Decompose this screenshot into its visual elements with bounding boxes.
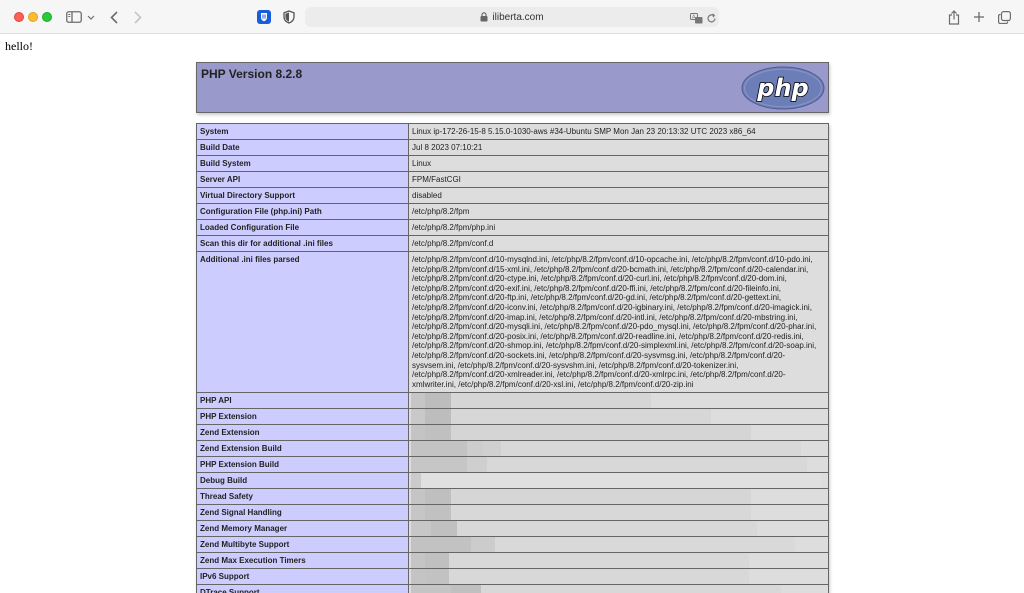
row-value-system: Linux ip-172-26-15-8 5.15.0-1030-aws #34… xyxy=(408,123,829,140)
php-version-header: PHP Version 8.2.8 php xyxy=(196,62,829,113)
row-value-obscured xyxy=(408,392,829,410)
table-row: Build System Linux xyxy=(196,155,829,172)
row-label-build-date: Build Date xyxy=(196,139,409,156)
row-label-zend-max-execution-timers: Zend Max Execution Timers xyxy=(196,552,409,570)
row-value-build-date: Jul 8 2023 07:10:21 xyxy=(408,139,829,156)
row-label-dtrace-support: DTrace Support xyxy=(196,584,409,593)
row-label-php-extension: PHP Extension xyxy=(196,408,409,426)
row-value-obscured xyxy=(408,488,829,506)
page-title: PHP Version 8.2.8 xyxy=(201,67,303,81)
row-label-php-api: PHP API xyxy=(196,392,409,410)
bitwarden-shield-icon[interactable] xyxy=(257,8,271,26)
row-label-system: System xyxy=(196,123,409,140)
row-label-ipv6-support: IPv6 Support xyxy=(196,568,409,586)
row-value-build-system: Linux xyxy=(408,155,829,172)
php-logo: php xyxy=(741,66,825,110)
row-label-debug-build: Debug Build xyxy=(196,472,409,490)
close-window-button[interactable] xyxy=(14,12,24,22)
row-label-zend-multibyte-support: Zend Multibyte Support xyxy=(196,536,409,554)
table-row: Zend Signal Handling xyxy=(196,504,829,522)
row-value-obscured xyxy=(408,584,829,593)
table-row: Additional .ini files parsed/etc/php/8.2… xyxy=(196,250,829,394)
table-row: Thread Safety xyxy=(196,488,829,506)
chevron-left-icon[interactable] xyxy=(108,8,120,26)
reload-icon[interactable] xyxy=(706,11,717,29)
row-value-obscured xyxy=(408,504,829,522)
chevron-down-icon[interactable] xyxy=(87,8,95,26)
row-value-server-api: FPM/FastCGI xyxy=(408,171,829,188)
row-value-obscured xyxy=(408,408,829,426)
sidebar-toggle-icon[interactable] xyxy=(66,8,82,26)
table-row: Virtual Directory Support disabled xyxy=(196,187,829,204)
url-text: iliberta.com xyxy=(492,11,544,23)
row-value-additional-ini-files-parsed: /etc/php/8.2/fpm/conf.d/10-mysqlnd.ini, … xyxy=(408,250,829,394)
row-label-zend-extension-build: Zend Extension Build xyxy=(196,440,409,458)
browser-toolbar: iliberta.com A xyxy=(0,0,1024,34)
row-value-obscured xyxy=(408,536,829,554)
table-row: IPv6 Support xyxy=(196,568,829,586)
translate-icon[interactable]: A xyxy=(690,11,703,29)
privacy-shield-icon[interactable] xyxy=(282,8,296,26)
address-bar[interactable]: iliberta.com xyxy=(305,7,719,27)
table-row: System Linux ip-172-26-15-8 5.15.0-1030-a… xyxy=(196,123,829,140)
row-value-obscured xyxy=(408,472,829,490)
hello-text: hello! xyxy=(5,39,33,53)
row-value-obscured xyxy=(408,456,829,474)
row-value-obscured xyxy=(408,440,829,458)
zoom-window-button[interactable] xyxy=(42,12,52,22)
lock-icon xyxy=(480,12,488,22)
row-value-obscured xyxy=(408,552,829,570)
table-row: Configuration File (php.ini) Path/etc/ph… xyxy=(196,203,829,220)
share-icon[interactable] xyxy=(947,8,961,26)
row-value-virtual-directory-support: disabled xyxy=(408,187,829,204)
plus-icon[interactable] xyxy=(972,8,986,26)
table-row: Scan this dir for additional .ini files /… xyxy=(196,235,829,252)
row-label-zend-extension: Zend Extension xyxy=(196,424,409,442)
row-label-scan-this-dir-for-additional-ini-files: Scan this dir for additional .ini files xyxy=(196,235,409,252)
table-row: Zend Multibyte Support xyxy=(196,536,829,554)
row-label-server-api: Server API xyxy=(196,171,409,188)
table-row: Zend Extension xyxy=(196,424,829,442)
table-row: Zend Max Execution Timers xyxy=(196,552,829,570)
php-logo-text: php xyxy=(756,74,808,102)
table-row: PHP Extension Build xyxy=(196,456,829,474)
row-value-loaded-configuration-file: /etc/php/8.2/fpm/php.ini xyxy=(408,219,829,236)
row-value-configuration-file-php-ini-path: /etc/php/8.2/fpm xyxy=(408,203,829,220)
php-info-table: System Linux ip-172-26-15-8 5.15.0-1030-a… xyxy=(196,123,829,593)
row-value-obscured xyxy=(408,568,829,586)
table-row: Zend Extension Build xyxy=(196,440,829,458)
row-value-scan-this-dir-for-additional-ini-files: /etc/php/8.2/fpm/conf.d xyxy=(408,235,829,252)
row-label-build-system: Build System xyxy=(196,155,409,172)
row-label-virtual-directory-support: Virtual Directory Support xyxy=(196,187,409,204)
row-label-thread-safety: Thread Safety xyxy=(196,488,409,506)
row-label-zend-signal-handling: Zend Signal Handling xyxy=(196,504,409,522)
table-row: DTrace Support xyxy=(196,584,829,593)
row-value-obscured xyxy=(408,520,829,538)
table-row: Zend Memory Manager xyxy=(196,520,829,538)
row-label-additional-ini-files-parsed: Additional .ini files parsed xyxy=(196,250,409,394)
table-row: Loaded Configuration File/etc/php/8.2/fp… xyxy=(196,219,829,236)
chevron-right-icon[interactable] xyxy=(132,8,144,26)
row-label-zend-memory-manager: Zend Memory Manager xyxy=(196,520,409,538)
minimize-window-button[interactable] xyxy=(28,12,38,22)
row-label-configuration-file-php-ini-path: Configuration File (php.ini) Path xyxy=(196,203,409,220)
svg-text:A: A xyxy=(692,15,696,21)
table-row: Build Date Jul 8 2023 07:10:21 xyxy=(196,139,829,156)
table-row: PHP Extension xyxy=(196,408,829,426)
row-label-php-extension-build: PHP Extension Build xyxy=(196,456,409,474)
row-value-obscured xyxy=(408,424,829,442)
table-row: Debug Build xyxy=(196,472,829,490)
table-row: PHP API xyxy=(196,392,829,410)
tab-overview-icon[interactable] xyxy=(997,8,1011,26)
table-row: Server API FPM/FastCGI xyxy=(196,171,829,188)
row-label-loaded-configuration-file: Loaded Configuration File xyxy=(196,219,409,236)
